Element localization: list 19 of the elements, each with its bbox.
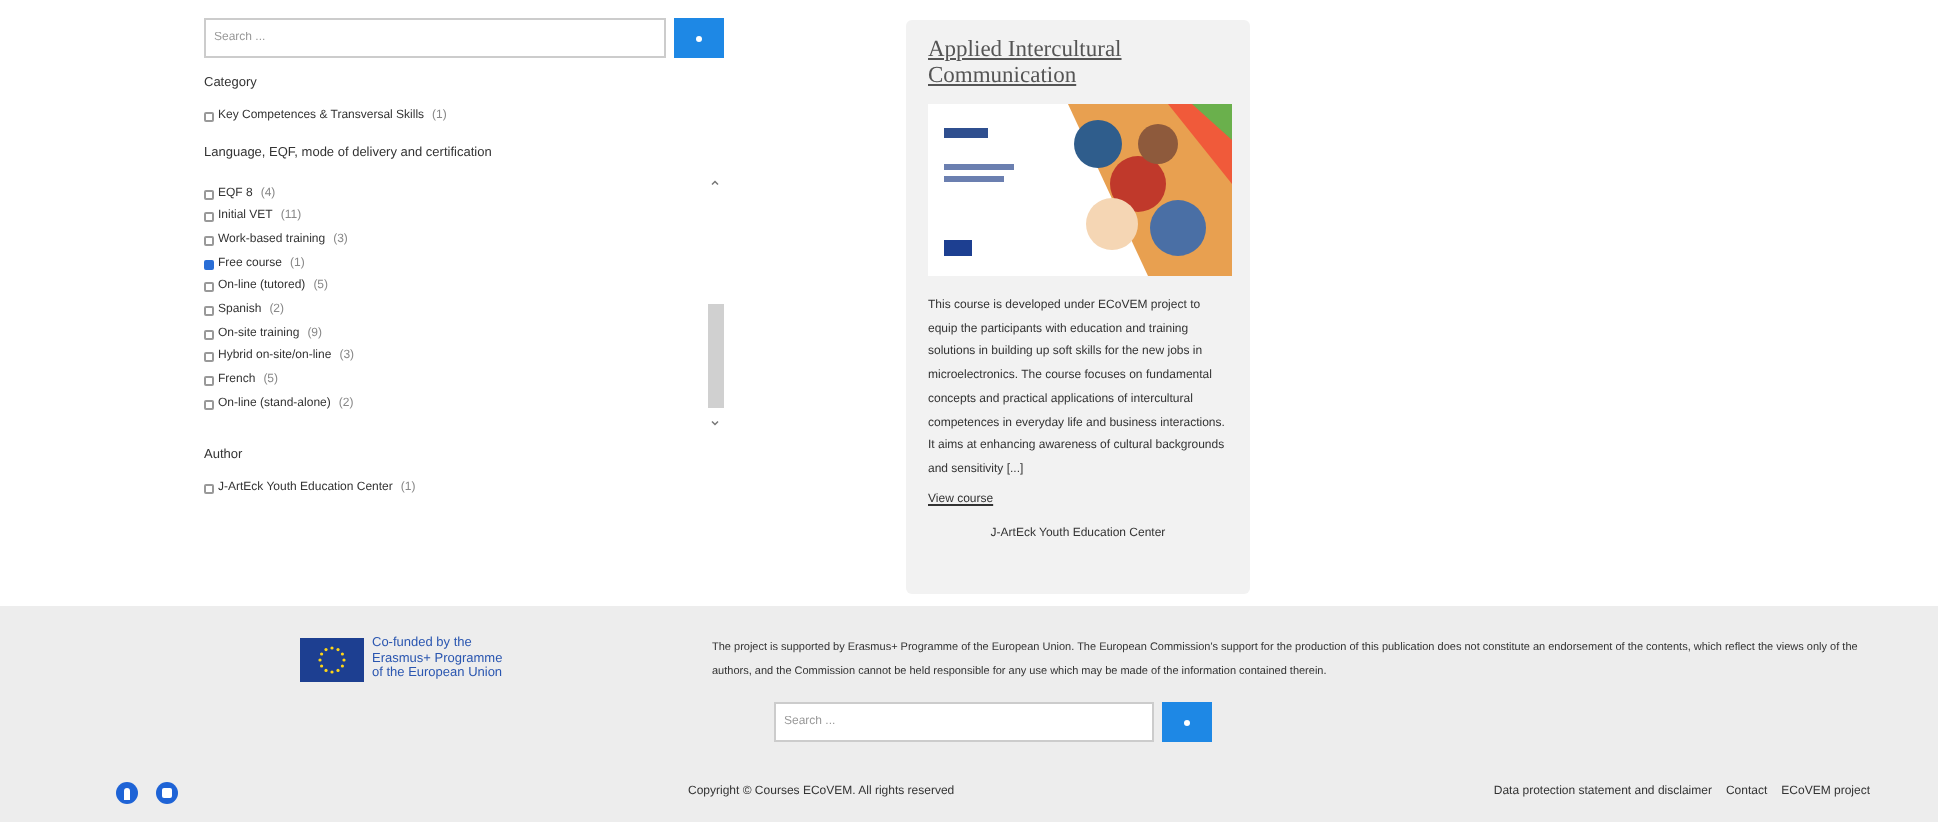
checkbox[interactable] [204, 329, 214, 340]
facebook-icon[interactable] [116, 782, 138, 804]
checkbox[interactable] [204, 259, 214, 270]
checkbox[interactable] [204, 376, 214, 387]
linkedin-icon[interactable] [156, 782, 178, 804]
checkbox[interactable] [204, 352, 214, 363]
checkbox[interactable] [204, 189, 214, 200]
checkbox[interactable] [204, 399, 214, 410]
eu-flag-icon [300, 637, 364, 681]
chevron-down-icon [710, 420, 720, 427]
checkbox[interactable] [204, 484, 214, 495]
checkbox[interactable] [204, 112, 214, 123]
checkbox[interactable] [204, 282, 214, 293]
checkbox[interactable] [204, 305, 214, 316]
chevron-up-icon [710, 180, 720, 187]
checkbox[interactable] [204, 212, 214, 223]
checkbox[interactable] [204, 235, 214, 246]
course-title-link[interactable]: Applied Intercultural Communication [928, 38, 1228, 90]
scrollbar[interactable] [706, 176, 724, 431]
